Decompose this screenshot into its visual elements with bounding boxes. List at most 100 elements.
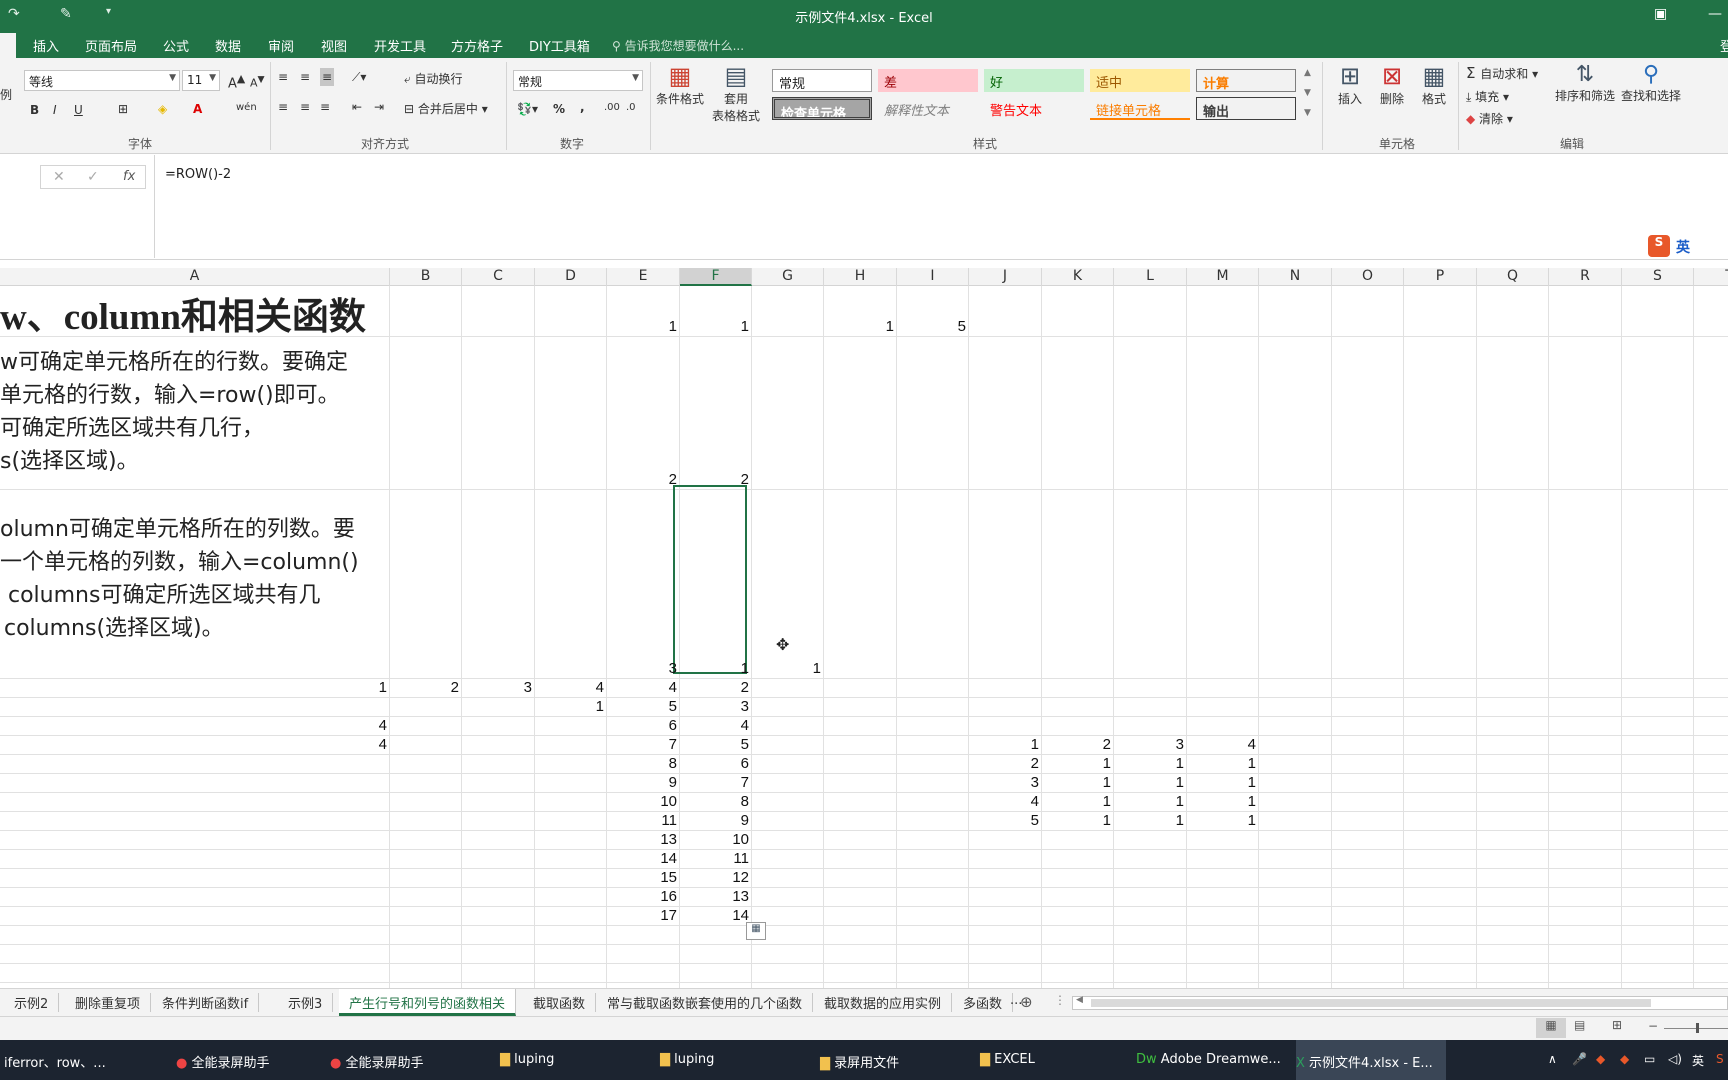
tab-split-handle[interactable]: ⋮ <box>1054 993 1066 1007</box>
align-bottom-icon[interactable]: ≡ <box>320 68 335 86</box>
cell-i-1[interactable]: 5 <box>897 318 969 337</box>
cell-f-11[interactable]: 9 <box>680 812 752 831</box>
cell-f-8[interactable]: 6 <box>680 755 752 774</box>
wrap-text-button[interactable]: ⤶ 自动换行 <box>404 70 463 87</box>
delete-cells-button[interactable]: ⊠ 删除 <box>1374 62 1410 107</box>
column-header-a[interactable]: A <box>0 268 390 286</box>
column-header-b[interactable]: B <box>390 268 462 286</box>
column-header-n[interactable]: N <box>1259 268 1332 286</box>
sheet-tab[interactable]: 截取数据的应用实例 <box>814 993 953 1012</box>
cell-a-6[interactable]: 4 <box>0 717 390 736</box>
cell-f-5[interactable]: 3 <box>680 698 752 717</box>
italic-button[interactable]: I <box>53 103 57 117</box>
sort-filter-button[interactable]: ⇅ 排序和筛选 <box>1554 62 1616 104</box>
style-warning[interactable]: 警告文本 <box>984 97 1084 120</box>
cell-f-6[interactable]: 4 <box>680 717 752 736</box>
decrease-decimal-icon[interactable]: .0 <box>626 102 636 113</box>
column-header-l[interactable]: L <box>1114 268 1187 286</box>
tab-page-layout[interactable]: 页面布局 <box>85 36 137 55</box>
column-header-g[interactable]: G <box>752 268 824 286</box>
align-top-icon[interactable]: ≡ <box>278 70 288 84</box>
sheet-tab[interactable]: 示例3 <box>278 993 334 1012</box>
style-good[interactable]: 好 <box>984 69 1084 92</box>
taskbar-item[interactable]: X 示例文件4.xlsx - E... <box>1296 1040 1446 1080</box>
cell-e-13[interactable]: 14 <box>607 850 680 869</box>
underline-button[interactable]: U <box>74 103 83 117</box>
style-bad[interactable]: 差 <box>878 69 978 92</box>
cell-j-10[interactable]: 4 <box>969 793 1042 812</box>
style-check-cell[interactable]: 检查单元格 <box>772 97 872 120</box>
font-color-icon[interactable]: A <box>193 102 202 116</box>
cell-f-2[interactable]: 2 <box>680 471 752 490</box>
cell-l-9[interactable]: 1 <box>1114 774 1187 793</box>
tab-start-partial[interactable] <box>0 33 16 58</box>
zoom-slider-thumb[interactable] <box>1696 1023 1699 1033</box>
ribbon-display-icon[interactable]: ▣ <box>1654 6 1667 22</box>
cell-j-11[interactable]: 5 <box>969 812 1042 831</box>
sheet-tab[interactable]: 常与截取函数嵌套使用的几个函数 <box>597 993 814 1012</box>
tab-data[interactable]: 数据 <box>215 36 241 55</box>
decrease-font-icon[interactable]: A▼ <box>250 74 265 90</box>
formula-input[interactable]: =ROW()-2 <box>154 155 1728 258</box>
cell-f-1[interactable]: 1 <box>680 318 752 337</box>
cell-e-10[interactable]: 10 <box>607 793 680 812</box>
cell-a-7[interactable]: 4 <box>0 736 390 755</box>
cell-k-10[interactable]: 1 <box>1042 793 1114 812</box>
number-format-dropdown[interactable]: 常规 ▼ <box>513 70 643 91</box>
confirm-icon[interactable]: ✓ <box>87 169 99 185</box>
sign-in[interactable]: 登 <box>1720 36 1728 55</box>
fill-color-icon[interactable]: ◈ <box>158 102 167 116</box>
page-break-view-icon[interactable]: ⊞ <box>1612 1018 1622 1032</box>
cell-e-11[interactable]: 11 <box>607 812 680 831</box>
cell-f-13[interactable]: 11 <box>680 850 752 869</box>
percent-button[interactable]: % <box>553 102 565 116</box>
taskbar-item[interactable]: ▇ luping <box>660 1052 714 1067</box>
taskbar-item[interactable]: ▇ EXCEL <box>980 1052 1035 1067</box>
insert-function-icon[interactable]: fx <box>123 169 135 184</box>
cell-m-8[interactable]: 1 <box>1187 755 1259 774</box>
cell-l-11[interactable]: 1 <box>1114 812 1187 831</box>
cell-e-2[interactable]: 2 <box>607 471 680 490</box>
style-neutral[interactable]: 适中 <box>1090 69 1190 92</box>
merge-center-button[interactable]: ⊟ 合并后居中 ▾ <box>404 100 488 117</box>
column-header-c[interactable]: C <box>462 268 535 286</box>
column-header-q[interactable]: Q <box>1477 268 1549 286</box>
ime-tray[interactable]: 英 <box>1692 1052 1704 1069</box>
taskbar-item[interactable]: ● 全能录屏助手 <box>176 1052 270 1071</box>
tab-diy-toolbox[interactable]: DIY工具箱 <box>529 36 590 55</box>
cell-d-5[interactable]: 1 <box>535 698 607 717</box>
add-sheet-icon[interactable]: ⊕ <box>1020 993 1033 1011</box>
cell-a-4[interactable]: 1 <box>0 679 390 698</box>
column-header-j[interactable]: J <box>969 268 1042 286</box>
cell-e-6[interactable]: 6 <box>607 717 680 736</box>
sheet-tab[interactable]: 产生行号和列号的函数相关 <box>339 989 517 1016</box>
cell-l-10[interactable]: 1 <box>1114 793 1187 812</box>
cell-k-7[interactable]: 2 <box>1042 736 1114 755</box>
find-select-button[interactable]: ⚲ 查找和选择 <box>1620 62 1682 104</box>
tray-expand-icon[interactable]: ∧ <box>1548 1052 1557 1066</box>
cell-l-7[interactable]: 3 <box>1114 736 1187 755</box>
cell-f-3[interactable]: 1 <box>680 660 752 679</box>
format-cells-button[interactable]: ▦ 格式 <box>1416 62 1452 107</box>
column-header-o[interactable]: O <box>1332 268 1404 286</box>
cell-e-8[interactable]: 8 <box>607 755 680 774</box>
column-header-h[interactable]: H <box>824 268 897 286</box>
autosum-button[interactable]: Σ 自动求和 ▾ <box>1466 64 1538 82</box>
tray-app-icon[interactable]: ◆ <box>1620 1052 1629 1066</box>
ime-indicator[interactable]: S 英 <box>1648 235 1728 257</box>
cell-e-1[interactable]: 1 <box>607 318 680 337</box>
cancel-icon[interactable]: ✕ <box>53 169 65 185</box>
align-middle-icon[interactable]: ≡ <box>300 70 310 84</box>
sogou-tray-icon[interactable]: S <box>1716 1052 1724 1066</box>
cell-l-8[interactable]: 1 <box>1114 755 1187 774</box>
tell-me-input[interactable]: ⚲ 告诉我您想要做什么... <box>612 37 744 54</box>
scroll-left-icon[interactable]: ◀ <box>1076 995 1083 1005</box>
cell-f-10[interactable]: 8 <box>680 793 752 812</box>
cell-d-4[interactable]: 4 <box>535 679 607 698</box>
column-header-e[interactable]: E <box>607 268 680 286</box>
cell-k-9[interactable]: 1 <box>1042 774 1114 793</box>
cell-f-12[interactable]: 10 <box>680 831 752 850</box>
taskbar-item[interactable]: Dw Adobe Dreamwe... <box>1136 1052 1281 1067</box>
align-right-icon[interactable]: ≡ <box>320 100 330 114</box>
normal-view-icon[interactable]: ▦ <box>1536 1018 1566 1038</box>
